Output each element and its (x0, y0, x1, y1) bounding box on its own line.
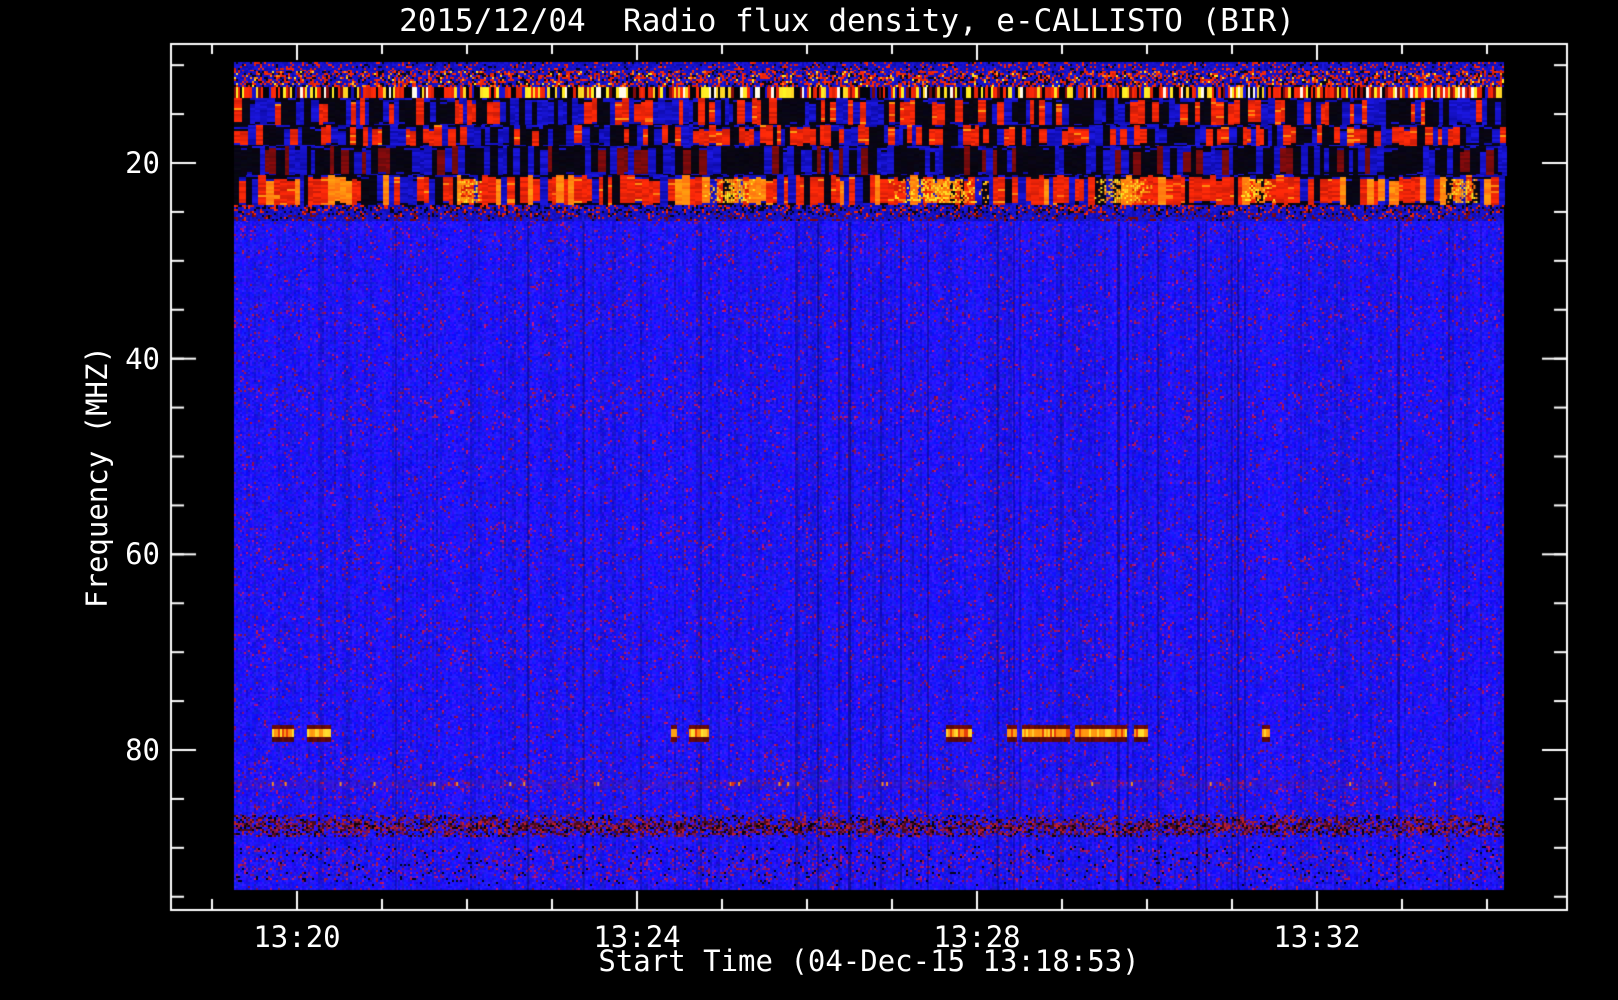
y-tick-label: 40 (125, 341, 160, 376)
x-tick-label: 13:20 (253, 920, 341, 954)
x-tick-label: 13:28 (933, 920, 1021, 954)
x-tick-label: 13:24 (593, 920, 681, 954)
chart-title: 2015/12/04 Radio flux density, e-CALLIST… (399, 3, 1295, 39)
x-tick-label: 13:32 (1273, 920, 1361, 954)
y-tick-label: 80 (125, 733, 160, 767)
y-tick-label: 60 (125, 537, 160, 572)
spectrogram-plot: 2015/12/04 Radio flux density, e-CALLIST… (0, 0, 1618, 1000)
y-tick-label: 20 (125, 146, 160, 180)
spectrogram-canvas (0, 0, 1618, 1000)
